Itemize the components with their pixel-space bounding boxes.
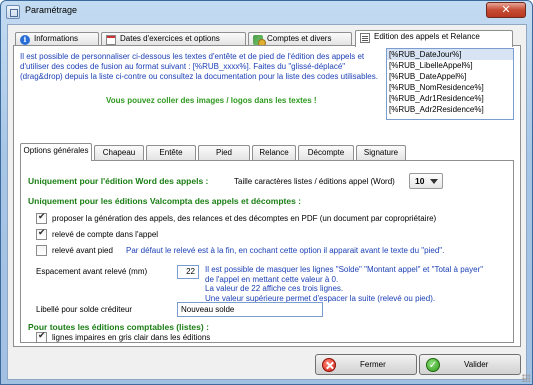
pdf-option-label: proposer la génération des appels, des r… <box>52 214 437 223</box>
tab-dates-exercices[interactable]: Dates d'exercices et options <box>101 32 246 46</box>
merge-code-item[interactable]: [%RUB_NomResidence%] <box>387 82 513 93</box>
merge-code-item[interactable]: [%RUB_DateAppel%] <box>387 71 513 82</box>
merge-code-item[interactable]: [%RUB_DateJour%] <box>387 49 513 60</box>
spacing-note: Il est possible de masquer les lignes "S… <box>205 265 483 303</box>
valcompta-section-heading: Uniquement pour les éditions Valcompta d… <box>28 196 302 206</box>
tab-relance[interactable]: Relance <box>252 145 296 160</box>
chevron-down-icon <box>430 179 438 184</box>
credit-label: Libellé pour solde créditeur <box>36 305 133 314</box>
tab-options-generales[interactable]: Options générales <box>20 143 92 161</box>
tab-edition-appels[interactable]: Edition des appels et Relance <box>355 30 513 47</box>
grey-lines-checkbox[interactable] <box>36 331 47 343</box>
grey-lines-label: lignes impaires en gris clair dans les é… <box>52 333 211 342</box>
app-icon <box>6 5 20 19</box>
merge-code-item[interactable]: [%RUB_Adr1Residence%] <box>387 93 513 104</box>
font-size-label: Taille caractères listes / éditions appe… <box>234 177 395 186</box>
checkmark-icon: ✓ <box>426 358 440 372</box>
valider-button[interactable]: ✓ Valider <box>419 354 521 375</box>
settings-window: Paramétrage ✕ i Informations Dates d'exe… <box>0 0 533 385</box>
intro-text: Il est possible de personnaliser ci-dess… <box>20 52 378 81</box>
credit-input[interactable]: Nouveau solde <box>177 302 323 317</box>
all-editions-section-heading: Pour toutes les éditions comptables (lis… <box>28 322 209 332</box>
accounts-icon <box>253 35 266 47</box>
spacing-note-line: de l'appel en mettant cette valeur à 0. <box>205 274 339 284</box>
releve-avant-label: relevé avant pied <box>52 246 113 255</box>
title-bar: Paramétrage ✕ <box>1 1 532 23</box>
resize-grip[interactable] <box>522 374 530 382</box>
merge-code-item[interactable]: [%RUB_LibelleAppel%] <box>387 60 513 71</box>
tab-entete[interactable]: Entête <box>146 145 196 160</box>
releve-avant-note: Par défaut le relevé est à la fin, en co… <box>126 246 445 255</box>
releve-checkbox[interactable] <box>36 228 47 240</box>
tab-pied[interactable]: Pied <box>198 145 250 160</box>
releve-option-label: relevé de compte dans l'appel <box>52 230 159 239</box>
tab-chapeau[interactable]: Chapeau <box>94 145 144 160</box>
spacing-note-line: Il est possible de masquer les lignes "S… <box>205 265 484 274</box>
font-size-select[interactable]: 10 <box>409 173 443 189</box>
info-icon: i <box>20 35 30 45</box>
fermer-button[interactable]: Fermer <box>315 354 417 375</box>
edition-tab-page: Il est possible de personnaliser ci-dess… <box>13 45 521 347</box>
close-window-button[interactable]: ✕ <box>486 2 526 18</box>
tab-decompte[interactable]: Décompte <box>298 145 354 160</box>
tab-label: Dates d'exercices et options <box>120 34 220 43</box>
word-section-heading: Uniquement pour l'édition Word des appel… <box>28 176 209 186</box>
spacing-note-line: La valeur de 22 affiche ces trois lignes… <box>205 284 344 293</box>
pdf-checkbox[interactable] <box>36 212 47 224</box>
tab-informations[interactable]: i Informations <box>15 32 99 46</box>
cancel-icon <box>322 358 336 372</box>
edition-icon <box>360 33 370 43</box>
spacing-label: Espacement avant relevé (mm) <box>36 267 148 276</box>
tab-label: Comptes et divers <box>267 34 332 43</box>
tab-comptes-divers[interactable]: Comptes et divers <box>248 32 352 47</box>
calendar-icon <box>106 35 116 45</box>
merge-code-item[interactable]: [%RUB_Adr2Residence%] <box>387 104 513 115</box>
paste-note: Vous pouvez coller des images / logos da… <box>106 96 317 105</box>
spacing-input[interactable]: 22 <box>177 265 199 279</box>
releve-avant-checkbox[interactable] <box>36 245 47 256</box>
window-title: Paramétrage <box>25 5 78 15</box>
tab-signature[interactable]: Signature <box>356 145 406 160</box>
dialog-client: i Informations Dates d'exercices et opti… <box>7 24 527 380</box>
valider-label: Valider <box>464 360 489 369</box>
options-generales-page: Uniquement pour l'édition Word des appel… <box>20 160 514 343</box>
font-size-value: 10 <box>415 176 425 186</box>
merge-codes-list[interactable]: [%RUB_DateJour%] [%RUB_LibelleAppel%] [%… <box>386 48 514 120</box>
fermer-label: Fermer <box>360 360 386 369</box>
tab-label: Informations <box>34 34 79 43</box>
tab-label: Edition des appels et Relance <box>374 32 480 41</box>
